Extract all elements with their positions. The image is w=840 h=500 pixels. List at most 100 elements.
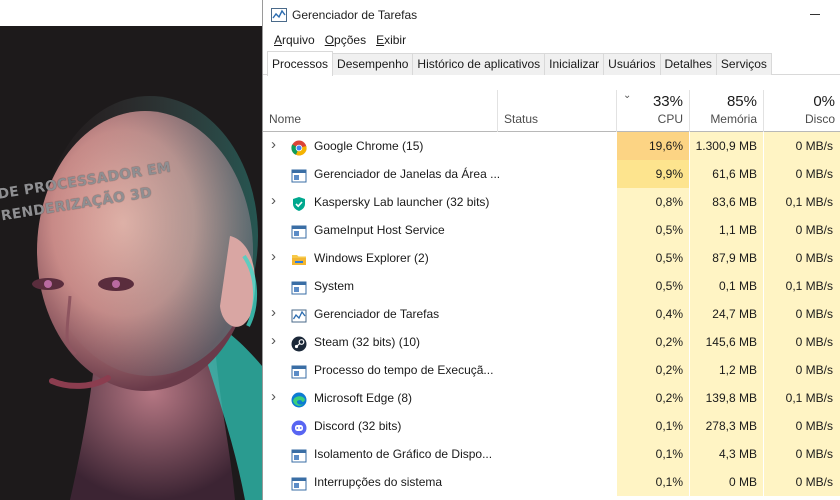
process-row[interactable]: › Google Chrome (15) 19,6% 1.300,9 MB 0 MB/s xyxy=(263,132,840,160)
column-header: Nome Status ⌄ 33% CPU 85% Memória 0% Dis… xyxy=(263,90,840,132)
window-app-icon xyxy=(291,362,307,379)
process-memory: 1.300,9 MB xyxy=(690,132,764,160)
window-app-icon xyxy=(291,278,307,295)
process-memory: 4,3 MB xyxy=(690,440,764,468)
process-name: Kaspersky Lab launcher (32 bits) xyxy=(314,195,490,209)
title-bar[interactable]: Gerenciador de Tarefas xyxy=(263,0,840,30)
menu-arquivo[interactable]: Arquivo xyxy=(269,33,320,47)
process-memory: 139,8 MB xyxy=(690,384,764,412)
window-app-icon xyxy=(291,446,307,463)
process-row[interactable]: › Kaspersky Lab launcher (32 bits) 0,8% 83,… xyxy=(263,188,840,216)
process-name: Gerenciador de Janelas da Área ... xyxy=(314,167,501,181)
edge-icon xyxy=(291,390,307,408)
process-name: Microsoft Edge (8) xyxy=(314,391,413,405)
process-status xyxy=(498,188,617,216)
process-name: Isolamento de Gráfico de Dispo... xyxy=(314,447,493,461)
column-header-memory[interactable]: 85% Memória xyxy=(690,90,764,132)
expand-chevron-icon[interactable]: › xyxy=(271,389,279,404)
process-cpu: 0,1% xyxy=(617,440,690,468)
menu-opcoes-mnemonic: O xyxy=(324,33,335,47)
chrome-icon xyxy=(291,138,307,156)
tab-strip: Processos Desempenho Histórico de aplica… xyxy=(263,51,840,76)
process-status xyxy=(498,384,617,412)
desktop-wallpaper: DE PROCESSADOR EM RENDERIZAÇÃO 3D xyxy=(0,26,262,500)
process-name-cell: › Gerenciador de Tarefas xyxy=(263,300,498,328)
process-status xyxy=(498,244,617,272)
process-name: GameInput Host Service xyxy=(314,223,445,237)
process-disk: 0 MB/s xyxy=(764,328,840,356)
menu-exibir[interactable]: Exibir xyxy=(371,33,411,47)
process-status xyxy=(498,300,617,328)
column-header-status[interactable]: Status xyxy=(498,90,617,132)
process-cpu: 0,5% xyxy=(617,216,690,244)
desktop-strip xyxy=(0,0,262,26)
process-cpu: 0,2% xyxy=(617,384,690,412)
process-name-cell: Isolamento de Gráfico de Dispo... xyxy=(263,440,498,468)
task-manager-window: Gerenciador de Tarefas Arquivo Opções Ex… xyxy=(262,0,840,500)
process-disk: 0 MB/s xyxy=(764,300,840,328)
tab-inicializar[interactable]: Inicializar xyxy=(544,53,605,75)
process-row[interactable]: Processo do tempo de Execuçã... 0,2% 1,2 M… xyxy=(263,356,840,384)
process-disk: 0,1 MB/s xyxy=(764,188,840,216)
process-status xyxy=(498,132,617,160)
process-row[interactable]: › Gerenciador de Tarefas 0,4% 24,7 MB 0 MB/s xyxy=(263,300,840,328)
process-disk: 0 MB/s xyxy=(764,440,840,468)
process-disk: 0 MB/s xyxy=(764,244,840,272)
expand-chevron-icon[interactable]: › xyxy=(271,333,279,348)
tab-usuarios[interactable]: Usuários xyxy=(603,53,661,75)
process-memory: 1,1 MB xyxy=(690,216,764,244)
process-cpu: 0,2% xyxy=(617,328,690,356)
process-memory: 61,6 MB xyxy=(690,160,764,188)
column-header-name[interactable]: Nome xyxy=(263,90,498,132)
tab-desempenho[interactable]: Desempenho xyxy=(332,53,414,75)
process-row[interactable]: Gerenciador de Janelas da Área ... 9,9% 61… xyxy=(263,160,840,188)
process-name-cell: GameInput Host Service xyxy=(263,216,498,244)
process-row[interactable]: Discord (32 bits) 0,1% 278,3 MB 0 MB/s xyxy=(263,412,840,440)
process-memory: 0,1 MB xyxy=(690,272,764,300)
process-cpu: 0,5% xyxy=(617,272,690,300)
process-list: › Google Chrome (15) 19,6% 1.300,9 MB 0 MB/s… xyxy=(263,132,840,496)
process-name: Steam (32 bits) (10) xyxy=(314,335,421,349)
process-status xyxy=(498,440,617,468)
process-name-cell: › Kaspersky Lab launcher (32 bits) xyxy=(263,188,498,216)
process-row[interactable]: Isolamento de Gráfico de Dispo... 0,1% 4,3… xyxy=(263,440,840,468)
column-name-label: Nome xyxy=(269,112,302,126)
process-row[interactable]: › Microsoft Edge (8) 0,2% 139,8 MB 0,1 MB/s xyxy=(263,384,840,412)
tab-historico-aplicativos[interactable]: Histórico de aplicativos xyxy=(412,53,546,75)
expand-chevron-icon[interactable]: › xyxy=(271,137,279,152)
process-disk: 0 MB/s xyxy=(764,216,840,244)
expand-chevron-icon[interactable]: › xyxy=(271,249,279,264)
process-disk: 0 MB/s xyxy=(764,356,840,384)
process-row[interactable]: Interrupções do sistema 0,1% 0 MB 0 MB/s xyxy=(263,468,840,496)
expand-chevron-icon[interactable]: › xyxy=(271,305,279,320)
sort-descending-icon: ⌄ xyxy=(623,90,632,101)
menu-arquivo-mnemonic: A xyxy=(274,33,283,47)
process-name-cell: System xyxy=(263,272,498,300)
column-status-label: Status xyxy=(504,112,539,126)
window-app-icon xyxy=(291,474,307,491)
process-status xyxy=(498,328,617,356)
process-row[interactable]: System 0,5% 0,1 MB 0,1 MB/s xyxy=(263,272,840,300)
process-row[interactable]: › Steam (32 bits) (10) 0,2% 145,6 MB 0 MB/s xyxy=(263,328,840,356)
menu-opcoes[interactable]: Opções xyxy=(320,33,371,47)
window-app-icon xyxy=(291,222,307,239)
window-title: Gerenciador de Tarefas xyxy=(292,8,418,22)
tab-servicos[interactable]: Serviços xyxy=(715,53,772,75)
tab-detalhes[interactable]: Detalhes xyxy=(659,53,717,75)
minimize-icon[interactable] xyxy=(810,14,820,15)
process-name: Processo do tempo de Execuçã... xyxy=(314,363,494,377)
kaspersky-shield-icon xyxy=(291,194,307,211)
process-name-cell: Gerenciador de Janelas da Área ... xyxy=(263,160,501,188)
menu-arquivo-label: rquivo xyxy=(282,33,315,47)
column-header-disk[interactable]: 0% Disco xyxy=(764,90,840,132)
process-status xyxy=(498,412,617,440)
tab-processos[interactable]: Processos xyxy=(267,51,334,76)
process-row[interactable]: GameInput Host Service 0,5% 1,1 MB 0 MB/s xyxy=(263,216,840,244)
process-memory: 278,3 MB xyxy=(690,412,764,440)
process-memory: 83,6 MB xyxy=(690,188,764,216)
task-manager-app-icon xyxy=(271,8,287,22)
expand-chevron-icon[interactable]: › xyxy=(271,193,279,208)
process-row[interactable]: › Windows Explorer (2) 0,5% 87,9 MB 0 MB/s xyxy=(263,244,840,272)
process-status xyxy=(498,468,617,496)
column-header-cpu[interactable]: ⌄ 33% CPU xyxy=(617,90,690,132)
